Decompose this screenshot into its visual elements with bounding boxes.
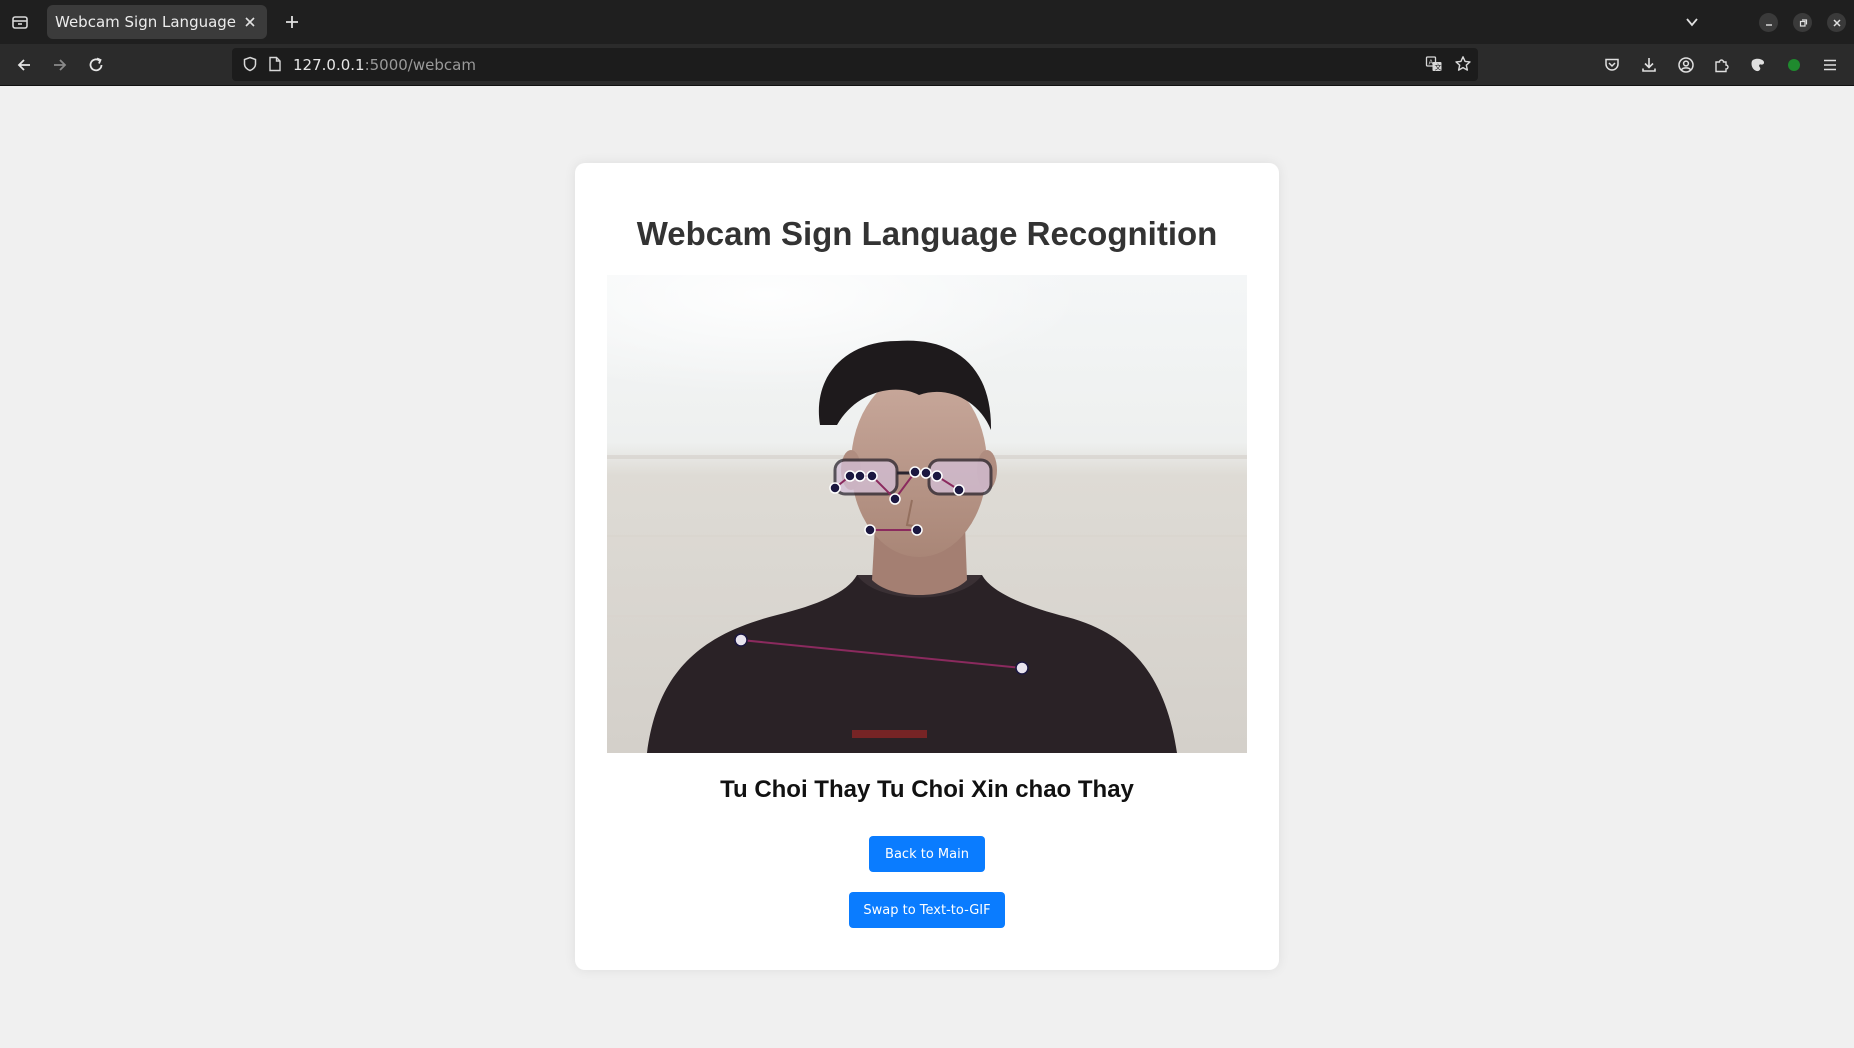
extension-icon[interactable] [1745, 52, 1771, 78]
shield-icon[interactable] [240, 54, 260, 74]
extension-status-icon[interactable] [1781, 52, 1807, 78]
back-to-main-button[interactable]: Back to Main [869, 836, 985, 872]
browser-nav-bar: 127.0.0.1:5000/webcam A文 [0, 44, 1854, 85]
arrow-right-icon[interactable] [47, 52, 73, 78]
tab-list-icon[interactable] [8, 10, 32, 34]
arrow-left-icon[interactable] [11, 52, 37, 78]
pocket-icon[interactable] [1599, 52, 1625, 78]
browser-tab-bar: Webcam Sign Language Recognition [0, 0, 1854, 44]
puzzle-icon[interactable] [1709, 52, 1735, 78]
url-path: :5000/webcam [364, 56, 476, 74]
restore-icon[interactable] [1793, 13, 1812, 32]
url-bar[interactable]: 127.0.0.1:5000/webcam A文 [232, 48, 1478, 81]
reload-icon[interactable] [83, 52, 109, 78]
translate-icon[interactable]: A文 [1424, 54, 1444, 74]
hamburger-icon[interactable] [1817, 52, 1843, 78]
tab-title: Webcam Sign Language Recognition [55, 13, 240, 31]
svg-text:A: A [1429, 59, 1434, 67]
close-icon[interactable] [241, 13, 259, 31]
window-close-icon[interactable] [1827, 13, 1846, 32]
account-icon[interactable] [1673, 52, 1699, 78]
url-host: 127.0.0.1 [293, 56, 365, 74]
download-icon[interactable] [1636, 52, 1662, 78]
swap-to-text-to-gif-button[interactable]: Swap to Text-to-GIF [849, 892, 1005, 928]
content-card: Webcam Sign Language Recognition Tu Choi… [575, 163, 1279, 970]
browser-tab[interactable]: Webcam Sign Language Recognition [47, 5, 267, 39]
plus-icon[interactable] [280, 10, 304, 34]
url-text: 127.0.0.1:5000/webcam [293, 56, 476, 74]
minimize-icon[interactable] [1759, 13, 1778, 32]
webcam-feed [607, 275, 1247, 753]
chevron-down-icon[interactable] [1680, 10, 1704, 34]
toolbar-separator [0, 85, 1854, 86]
page-icon[interactable] [265, 54, 285, 74]
star-icon[interactable] [1453, 54, 1473, 74]
page-title: Webcam Sign Language Recognition [636, 215, 1218, 252]
prediction-text: Tu Choi Thay Tu Choi Xin chao Thay [720, 776, 1134, 803]
svg-text:文: 文 [1435, 63, 1442, 72]
webcam-image [607, 275, 1247, 753]
